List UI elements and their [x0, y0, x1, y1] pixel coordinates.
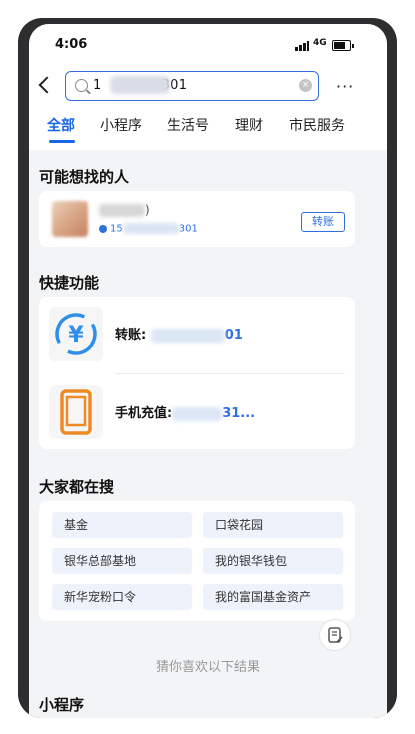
quick-recharge-label: 手机充值: 31... [115, 406, 256, 421]
search-tabs: 全部 小程序 生活号 理财 市民服务 [29, 108, 387, 144]
tab-citizen-services[interactable]: 市民服务 [289, 115, 345, 135]
svg-text:¥: ¥ [68, 323, 84, 348]
person-phone: 15 301 [99, 223, 198, 235]
divider [115, 373, 345, 374]
battery-icon [332, 40, 354, 51]
tab-wealth[interactable]: 理财 [235, 115, 263, 135]
recommendation-hint: 猜你喜欢以下结果 [155, 660, 260, 675]
hot-search-item[interactable]: 口袋花园 [203, 512, 343, 538]
tab-mini-programs[interactable]: 小程序 [100, 115, 142, 135]
phone-recharge-icon [49, 385, 103, 439]
yen-transfer-icon: ¥ [49, 307, 103, 361]
clear-icon[interactable]: × [299, 79, 312, 92]
hot-search-item[interactable]: 我的银华钱包 [203, 548, 343, 574]
search-input[interactable]: 1 301 × [65, 71, 319, 101]
tab-all[interactable]: 全部 [47, 115, 75, 135]
hot-search-item[interactable]: 银华总部基地 [52, 548, 192, 574]
transfer-button[interactable]: 转账 [301, 212, 345, 232]
search-value-redacted [110, 76, 170, 94]
hot-search-item[interactable]: 基金 [52, 512, 192, 538]
quick-recharge-row[interactable]: 手机充值: 31... [39, 377, 355, 447]
header: 4:06 4G 1 301 × ··· 全部 小程序 生活号 理财 市民服务 [29, 24, 387, 150]
person-name: ) [99, 203, 150, 217]
feedback-icon [328, 627, 343, 643]
mini-programs-section-title: 小程序 [39, 696, 85, 714]
hot-search-item[interactable]: 新华宠粉口令 [52, 584, 192, 610]
feedback-button[interactable] [319, 619, 351, 651]
screen: 4:06 4G 1 301 × ··· 全部 小程序 生活号 理财 市民服务 可… [29, 24, 387, 718]
person-card[interactable]: ) 15 301 转账 [39, 191, 355, 247]
quick-functions-card: ¥ 转账: 01 手机充值: 31... [39, 297, 355, 449]
more-menu-button[interactable]: ··· [336, 77, 354, 96]
hot-search-card: 基金 口袋花园 银华总部基地 我的银华钱包 新华宠粉口令 我的富国基金资产 [39, 501, 355, 621]
status-time: 4:06 [55, 37, 88, 52]
hot-search-item[interactable]: 我的富国基金资产 [203, 584, 343, 610]
back-arrow-icon[interactable] [38, 76, 56, 94]
phone-frame: 4:06 4G 1 301 × ··· 全部 小程序 生活号 理财 市民服务 可… [18, 18, 397, 718]
alipay-badge-icon [99, 224, 107, 233]
avatar [52, 201, 88, 237]
tab-life-accounts[interactable]: 生活号 [167, 115, 209, 135]
signal-icon [295, 41, 309, 51]
quick-transfer-row[interactable]: ¥ 转账: 01 [39, 299, 355, 369]
hot-section-title: 大家都在搜 [39, 478, 115, 496]
quick-transfer-label: 转账: 01 [115, 328, 243, 343]
people-section-title: 可能想找的人 [39, 168, 130, 186]
search-icon [75, 79, 88, 92]
quick-section-title: 快捷功能 [39, 274, 100, 292]
network-label: 4G [313, 38, 327, 48]
active-tab-indicator [49, 140, 75, 143]
status-bar: 4:06 4G [29, 24, 387, 66]
